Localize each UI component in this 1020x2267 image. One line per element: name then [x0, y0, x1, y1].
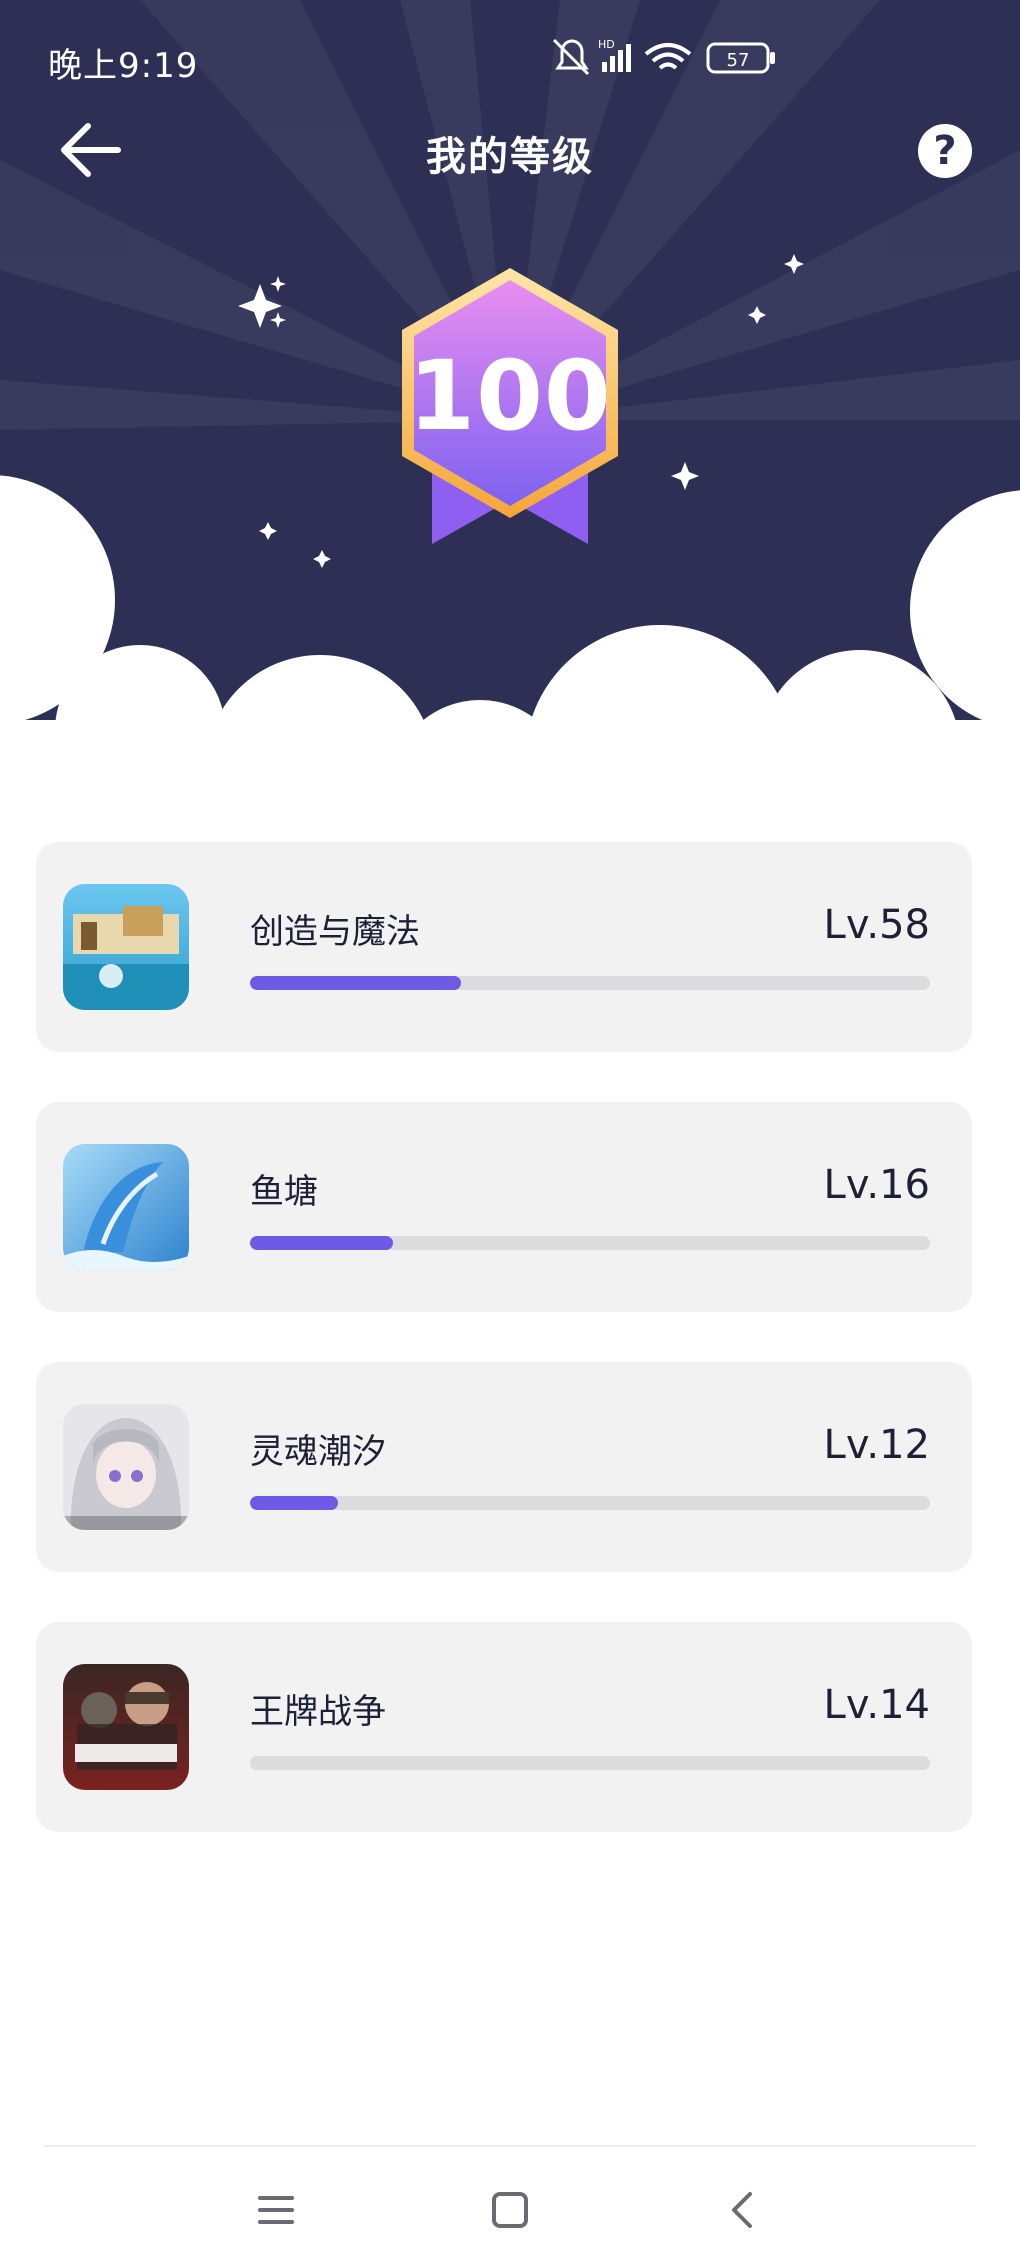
page-title: 我的等级: [426, 134, 594, 180]
game-name: 王牌战争: [250, 1692, 386, 1732]
level-progress-fill: [250, 976, 461, 990]
level-progress-bar: [250, 976, 930, 990]
level-progress-bar: [250, 1236, 930, 1250]
battery-icon: 57: [706, 42, 775, 74]
chevron-left-icon: [732, 2192, 752, 2228]
question-icon: ?: [933, 128, 957, 174]
game-name: 创造与魔法: [250, 912, 420, 952]
game-icon: [63, 1144, 189, 1270]
square-home-icon: [492, 2192, 528, 2228]
level-progress-fill: [250, 1496, 339, 1510]
status-icons: HD 57: [550, 36, 788, 80]
battery-level: 57: [727, 50, 750, 71]
system-back-button[interactable]: [714, 2180, 774, 2240]
game-icon: [63, 884, 189, 1010]
game-name: 鱼塘: [250, 1172, 318, 1212]
home-button[interactable]: [480, 2180, 540, 2240]
help-button[interactable]: ?: [918, 124, 972, 178]
network-label: HD: [598, 38, 615, 51]
level-progress-fill: [250, 1236, 393, 1250]
level-progress-bar: [250, 1756, 930, 1770]
muted-bell-icon: [552, 38, 590, 76]
game-name: 灵魂潮汐: [250, 1432, 386, 1472]
game-card[interactable]: 灵魂潮汐 Lv.12: [36, 1362, 972, 1572]
game-icon: [63, 1404, 189, 1530]
menu-icon: [258, 2196, 294, 2224]
wifi-icon: [644, 43, 692, 70]
nav-divider: [44, 2145, 976, 2147]
game-card[interactable]: 创造与魔法 Lv.58: [36, 842, 972, 1052]
game-level: Lv.12: [823, 1422, 930, 1468]
game-level: Lv.16: [823, 1162, 930, 1208]
game-level: Lv.14: [823, 1682, 930, 1728]
game-card[interactable]: 王牌战争 Lv.14: [36, 1622, 972, 1832]
level-progress-bar: [250, 1496, 930, 1510]
level-number: 100: [408, 340, 612, 452]
signal-icon: HD: [598, 38, 631, 72]
game-level: Lv.58: [823, 902, 930, 948]
status-time: 晚上9:19: [48, 46, 199, 86]
menu-button[interactable]: [246, 2180, 306, 2240]
game-card[interactable]: 鱼塘 Lv.16: [36, 1102, 972, 1312]
game-icon: [63, 1664, 189, 1790]
